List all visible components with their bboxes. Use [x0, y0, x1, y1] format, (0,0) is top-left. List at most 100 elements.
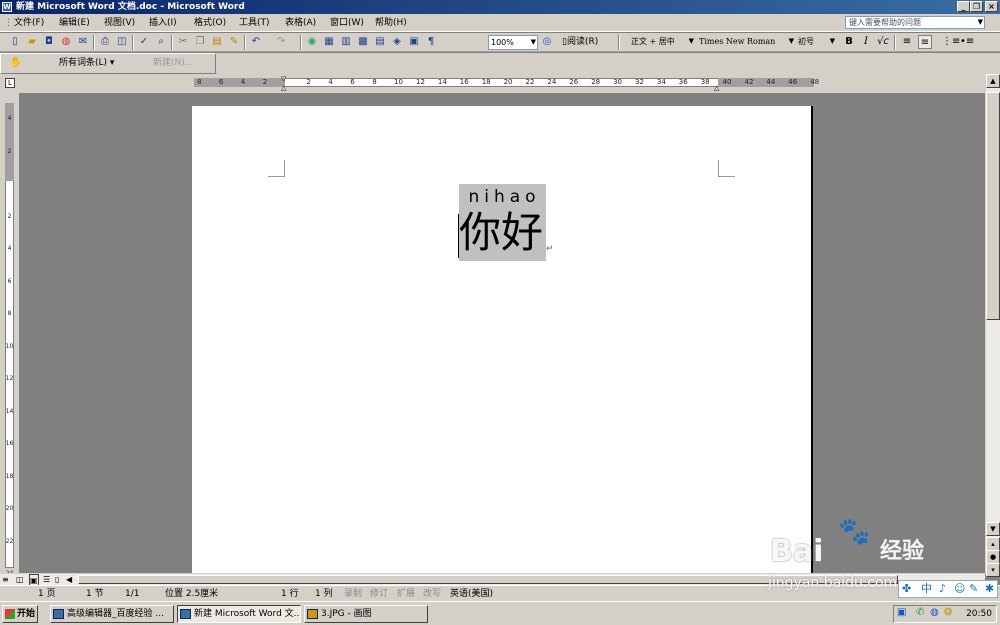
- chevron-down-icon[interactable]: ▼: [789, 35, 794, 48]
- bold-icon[interactable]: B: [842, 35, 856, 49]
- paste-icon[interactable]: ▤: [210, 35, 224, 49]
- new-document-icon[interactable]: ▯: [8, 35, 22, 49]
- vertical-ruler[interactable]: 4224681012141618202224: [0, 93, 19, 577]
- ime-settings-icon[interactable]: ✱: [985, 582, 994, 596]
- zoom-select[interactable]: 100% ▼: [488, 35, 538, 50]
- read-button[interactable]: ▯阅读(R): [562, 36, 598, 49]
- first-line-indent-icon[interactable]: ▽: [281, 76, 286, 83]
- ime-mode-icon[interactable]: 中: [921, 582, 932, 596]
- update-icon[interactable]: ❂: [944, 607, 952, 618]
- research-icon[interactable]: ⌕: [154, 35, 168, 49]
- minimize-button[interactable]: _: [957, 1, 970, 12]
- copy-icon[interactable]: ❐: [193, 35, 207, 49]
- autotext-icon[interactable]: ✋: [9, 56, 23, 70]
- status-ovr[interactable]: 改写: [423, 588, 441, 600]
- clock[interactable]: 20:50: [966, 606, 992, 622]
- browse-object-icon[interactable]: ●: [986, 550, 1000, 564]
- ime-punct-icon[interactable]: ♪: [939, 582, 946, 596]
- drawing-icon[interactable]: ◈: [390, 35, 404, 49]
- chevron-down-icon[interactable]: ▼: [689, 35, 694, 48]
- chevron-down-icon[interactable]: ▼: [830, 35, 835, 48]
- security-icon[interactable]: ✆: [916, 607, 924, 618]
- print-preview-icon[interactable]: ◫: [115, 35, 129, 49]
- align-justify-icon[interactable]: ≡: [900, 35, 914, 49]
- permission-icon[interactable]: ◍: [59, 35, 73, 49]
- status-trk[interactable]: 修订: [370, 588, 388, 600]
- status-ext[interactable]: 扩展: [397, 588, 415, 600]
- columns-icon[interactable]: ▤: [373, 35, 387, 49]
- redo-icon[interactable]: ↷: [274, 35, 288, 49]
- body-text[interactable]: 你好: [459, 208, 543, 258]
- tcs-icon[interactable]: √c: [876, 35, 890, 49]
- chevron-down-icon[interactable]: ▼: [978, 17, 983, 28]
- outline-view-icon[interactable]: ☰: [43, 574, 50, 585]
- spelling-icon[interactable]: ✓: [137, 35, 151, 49]
- bullets-icon[interactable]: •≡: [960, 35, 974, 49]
- cut-icon[interactable]: ✂: [176, 35, 190, 49]
- menu-help[interactable]: 帮助(H): [375, 17, 407, 29]
- tab-selector-icon[interactable]: L: [5, 78, 15, 88]
- help-icon[interactable]: ◎: [540, 35, 554, 49]
- start-button[interactable]: 开始: [2, 605, 38, 623]
- autotext-all-entries[interactable]: 所有词条(L) ▾: [59, 57, 114, 70]
- previous-page-icon[interactable]: ▴: [986, 537, 1000, 551]
- insert-table-icon[interactable]: ▥: [339, 35, 353, 49]
- scroll-up-icon[interactable]: ▲: [986, 74, 1000, 88]
- help-search-input[interactable]: 键入需要帮助的问题 ▼: [845, 16, 985, 29]
- volume-icon[interactable]: ◍: [930, 607, 939, 618]
- show-hide-icon[interactable]: ¶: [424, 35, 438, 49]
- restore-button[interactable]: ❐: [970, 1, 983, 12]
- undo-icon[interactable]: ↶: [249, 35, 263, 49]
- document-map-icon[interactable]: ▣: [407, 35, 421, 49]
- ime-toolbar[interactable]: ✤ 中 ♪ ☺ ✎ ✱: [898, 580, 998, 598]
- numbering-icon[interactable]: ⋮≡: [942, 35, 960, 49]
- format-painter-icon[interactable]: ✎: [227, 35, 241, 49]
- scroll-thumb[interactable]: [986, 92, 1000, 320]
- hscroll-thumb[interactable]: [78, 575, 898, 584]
- menu-window[interactable]: 窗口(W): [330, 17, 364, 29]
- vertical-scrollbar[interactable]: ▲ ▼ ▴ ● ▾: [985, 74, 1000, 577]
- email-icon[interactable]: ✉: [76, 35, 90, 49]
- task-word[interactable]: 新建 Microsoft Word 文...: [177, 605, 301, 623]
- align-center-icon[interactable]: ≡: [918, 35, 932, 49]
- horizontal-ruler[interactable]: L 8 6 4 2 2 4 6 8 10 12 14 16 18 20 22 24 26 28 30 32 34 36 38…: [0, 74, 1000, 93]
- style-select[interactable]: 正文 + 居中 ▼: [629, 35, 695, 50]
- autotext-new-button[interactable]: 新建(N)...: [153, 57, 193, 70]
- menu-edit[interactable]: 编辑(E): [59, 17, 90, 29]
- scroll-down-icon[interactable]: ▼: [986, 522, 1000, 536]
- word-icon[interactable]: W: [2, 2, 12, 12]
- right-indent-icon[interactable]: △: [714, 85, 719, 92]
- web-view-icon[interactable]: ◫: [16, 574, 24, 585]
- ime-pen-icon[interactable]: ✎: [969, 582, 978, 596]
- menu-view[interactable]: 视图(V): [104, 17, 135, 29]
- status-rec[interactable]: 录制: [344, 588, 362, 600]
- ime-logo-icon[interactable]: ✤: [902, 582, 911, 596]
- menu-tools[interactable]: 工具(T): [239, 17, 270, 29]
- excel-icon[interactable]: ▩: [356, 35, 370, 49]
- font-select[interactable]: Times New Roman ▼: [697, 35, 795, 50]
- ruby-text[interactable]: nihao: [459, 186, 546, 208]
- menu-format[interactable]: 格式(O): [194, 17, 226, 29]
- font-size-select[interactable]: 初号 ▼: [796, 35, 836, 50]
- scroll-left-icon[interactable]: ◀: [66, 574, 72, 585]
- left-indent-icon[interactable]: △: [281, 85, 286, 92]
- task-browser[interactable]: 高级编辑器_百度经验 ...: [50, 605, 174, 623]
- chevron-down-icon[interactable]: ▼: [531, 36, 536, 49]
- open-icon[interactable]: ▰: [25, 35, 39, 49]
- task-paint[interactable]: 3.JPG - 画图: [304, 605, 428, 623]
- horizontal-scrollbar[interactable]: ≡ ◫ ▣ ☰ ▯ ◀: [0, 573, 985, 587]
- menu-file[interactable]: 文件(F): [14, 17, 44, 29]
- print-icon[interactable]: ⎙: [98, 35, 112, 49]
- reading-view-icon[interactable]: ▯: [55, 574, 59, 585]
- tables-borders-icon[interactable]: ▦: [322, 35, 336, 49]
- ime-smile-icon[interactable]: ☺: [954, 582, 965, 596]
- network-icon[interactable]: ▣: [897, 607, 906, 618]
- close-button[interactable]: ×: [985, 1, 998, 12]
- menu-insert[interactable]: 插入(I): [149, 17, 177, 29]
- menu-table[interactable]: 表格(A): [285, 17, 316, 29]
- save-icon[interactable]: ◘: [42, 35, 56, 49]
- document-page[interactable]: nihao 你好 ↵: [192, 106, 813, 573]
- hyperlink-icon[interactable]: ◉: [305, 35, 319, 49]
- normal-view-icon[interactable]: ≡: [2, 574, 9, 585]
- italic-icon[interactable]: I: [859, 35, 873, 49]
